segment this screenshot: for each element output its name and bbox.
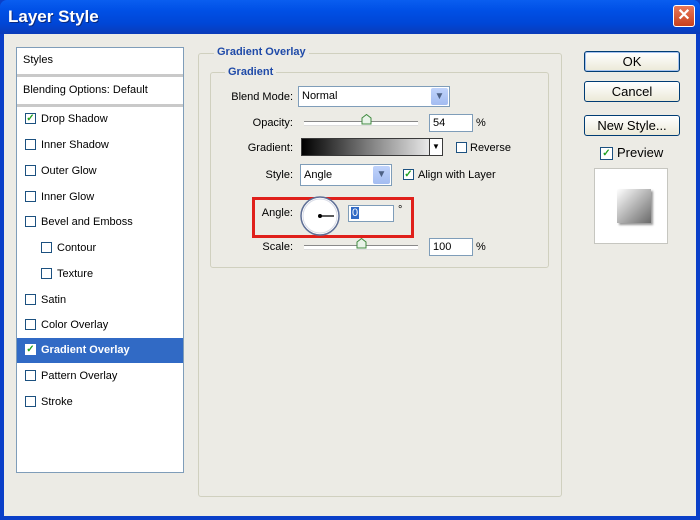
color-overlay-checkbox[interactable] — [25, 319, 36, 330]
sidebar-item-texture[interactable]: Texture — [17, 262, 183, 287]
dialog-body: Styles Blending Options: Default ✓ Drop … — [4, 34, 696, 516]
preview-swatch — [617, 189, 651, 223]
sidebar-item-label: Texture — [57, 268, 94, 280]
sidebar-item-bevel-and-emboss[interactable]: Bevel and Emboss — [17, 210, 183, 235]
drop-shadow-checkbox[interactable]: ✓ — [25, 113, 36, 124]
preview-checkbox[interactable]: ✓ — [600, 147, 613, 160]
style-select[interactable]: Angle ▼ — [300, 164, 392, 186]
reverse-checkbox[interactable] — [456, 142, 467, 153]
sidebar-item-label: Color Overlay — [41, 319, 109, 331]
sidebar-item-stroke[interactable]: Stroke — [17, 390, 183, 415]
sidebar-item-drop-shadow[interactable]: ✓ Drop Shadow — [17, 107, 183, 132]
sidebar-item-gradient-overlay[interactable]: ✓ Gradient Overlay — [17, 338, 183, 363]
pattern-overlay-checkbox[interactable] — [25, 370, 36, 381]
cancel-button[interactable]: Cancel — [584, 81, 680, 102]
style-value: Angle — [304, 169, 333, 181]
angle-dial[interactable] — [298, 194, 342, 238]
sidebar-item-pattern-overlay[interactable]: Pattern Overlay — [17, 364, 183, 389]
divider — [17, 74, 183, 77]
sidebar-item-label: Inner Shadow — [41, 139, 109, 151]
chevron-down-icon: ▼ — [373, 166, 390, 184]
sidebar-item-label: Inner Glow — [41, 191, 95, 203]
new-style-button[interactable]: New Style... — [584, 115, 680, 136]
close-button[interactable]: ✕ — [673, 5, 695, 27]
align-with-layer-checkbox[interactable]: ✓ — [403, 169, 414, 180]
group-title: Gradient — [225, 66, 277, 78]
align-with-layer-label: Align with Layer — [418, 169, 496, 181]
opacity-unit: % — [476, 117, 486, 129]
sidebar-item-blending-options[interactable]: Blending Options: Default — [17, 78, 183, 103]
sidebar-item-label: Gradient Overlay — [41, 344, 130, 356]
contour-checkbox[interactable] — [41, 242, 52, 253]
scale-unit: % — [476, 241, 486, 253]
angle-value: 0 — [351, 207, 360, 219]
bevel-and-emboss-checkbox[interactable] — [25, 216, 36, 227]
scale-slider-thumb[interactable] — [356, 238, 367, 249]
sidebar-item-label: Satin — [41, 294, 67, 306]
ok-button[interactable]: OK — [584, 51, 680, 72]
scale-label: Scale: — [262, 241, 293, 253]
section-title: Gradient Overlay — [214, 46, 309, 58]
sidebar-item-label: Blending Options: Default — [23, 84, 148, 96]
sidebar-item-inner-shadow[interactable]: Inner Shadow — [17, 133, 183, 158]
sidebar-item-satin[interactable]: Satin — [17, 288, 183, 313]
opacity-slider-thumb[interactable] — [361, 114, 372, 125]
sidebar-item-label: Contour — [57, 242, 97, 254]
gradient-overlay-checkbox[interactable]: ✓ — [25, 344, 36, 355]
gradient-label: Gradient: — [247, 142, 293, 154]
outer-glow-checkbox[interactable] — [25, 165, 36, 176]
sidebar-item-label: Drop Shadow — [41, 113, 108, 125]
opacity-label: Opacity: — [252, 117, 293, 129]
blend-mode-label: Blend Mode: — [231, 91, 293, 103]
sidebar-item-color-overlay[interactable]: Color Overlay — [17, 313, 183, 338]
opacity-input[interactable]: 54 — [429, 114, 473, 132]
sidebar-item-outer-glow[interactable]: Outer Glow — [17, 159, 183, 184]
chevron-down-icon: ▼ — [431, 88, 448, 105]
angle-input[interactable]: 0 — [348, 205, 394, 222]
preview-label: Preview — [617, 145, 664, 160]
styles-header[interactable]: Styles — [17, 48, 183, 73]
sidebar-item-label: Pattern Overlay — [41, 370, 118, 382]
style-label: Style: — [265, 169, 293, 181]
gradient-picker[interactable]: ▼ — [301, 138, 443, 156]
sidebar-item-label: Outer Glow — [41, 165, 97, 177]
sidebar-item-inner-glow[interactable]: Inner Glow — [17, 185, 183, 210]
sidebar-item-label: Bevel and Emboss — [41, 216, 133, 228]
inner-shadow-checkbox[interactable] — [25, 139, 36, 150]
stroke-checkbox[interactable] — [25, 396, 36, 407]
sidebar-item-contour[interactable]: Contour — [17, 236, 183, 261]
style-preview-thumbnail — [594, 168, 668, 244]
reverse-label: Reverse — [470, 142, 511, 154]
texture-checkbox[interactable] — [41, 268, 52, 279]
title-bar[interactable]: Layer Style ✕ — [0, 0, 700, 34]
sidebar-item-label: Stroke — [41, 396, 73, 408]
blend-mode-value: Normal — [302, 90, 338, 102]
angle-label: Angle: — [261, 207, 293, 219]
styles-list: Styles Blending Options: Default ✓ Drop … — [16, 47, 184, 473]
inner-glow-checkbox[interactable] — [25, 191, 36, 202]
scale-input[interactable]: 100 — [429, 238, 473, 256]
satin-checkbox[interactable] — [25, 294, 36, 305]
angle-unit: ° — [398, 204, 403, 216]
chevron-down-icon[interactable]: ▼ — [429, 139, 442, 155]
window-title: Layer Style — [8, 7, 99, 26]
styles-header-label: Styles — [23, 54, 53, 66]
blend-mode-select[interactable]: Normal ▼ — [298, 86, 450, 107]
layer-style-dialog: Layer Style ✕ Styles Blending Options: D… — [0, 0, 700, 520]
